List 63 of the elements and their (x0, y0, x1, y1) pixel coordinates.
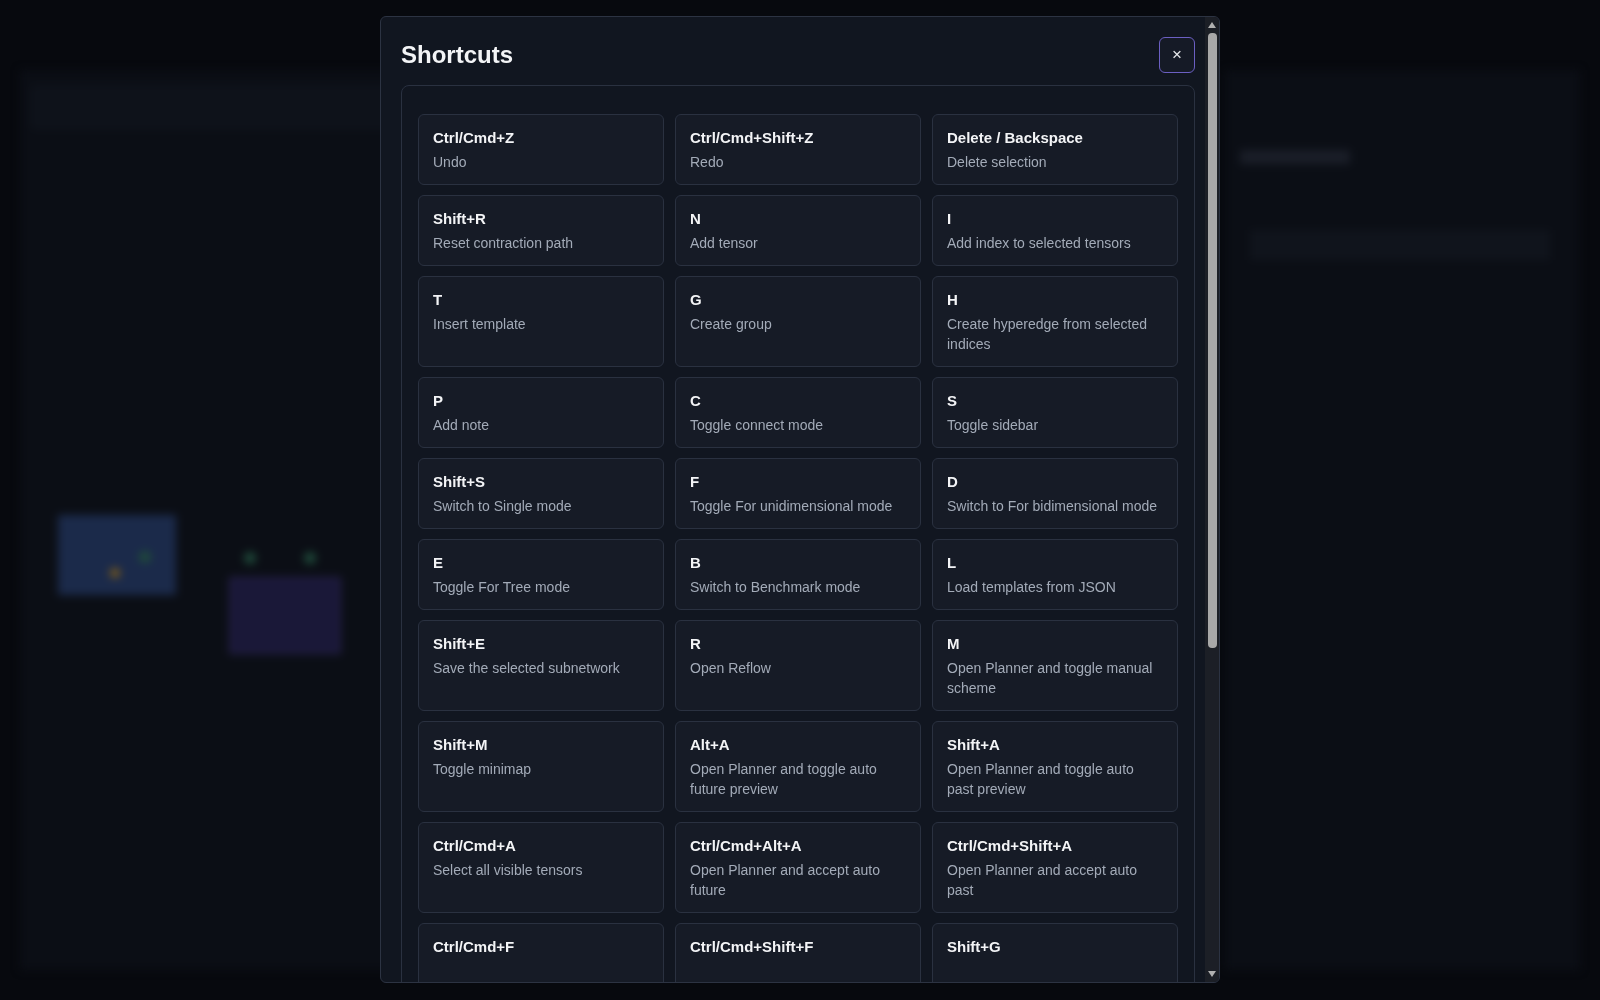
shortcut-keys: Shift+S (433, 472, 649, 492)
shortcut-keys: Ctrl/Cmd+A (433, 836, 649, 856)
shortcut-action: Switch to For bidimensional mode (947, 497, 1159, 516)
shortcut-keys: R (690, 634, 906, 654)
shortcut-action: Toggle minimap (433, 760, 533, 779)
shortcut-keys: Shift+E (433, 634, 649, 654)
shortcut-keys: L (947, 553, 1163, 573)
shortcut-action: Switch to Benchmark mode (690, 578, 862, 597)
shortcut-keys: I (947, 209, 1163, 229)
shortcut-keys: D (947, 472, 1163, 492)
shortcut-keys: Ctrl/Cmd+Z (433, 128, 649, 148)
shortcut-keys: Ctrl/Cmd+Shift+Z (690, 128, 906, 148)
shortcut-keys: Delete / Backspace (947, 128, 1163, 148)
shortcut-keys: Shift+M (433, 735, 649, 755)
shortcut-action: Toggle connect mode (690, 416, 825, 435)
shortcut-keys: Ctrl/Cmd+Shift+A (947, 836, 1163, 856)
shortcut-keys: Ctrl/Cmd+Shift+F (690, 937, 906, 957)
shortcut-action: Save the selected subnetwork (433, 659, 621, 678)
shortcut-action: Delete selection (947, 153, 1048, 172)
shortcut-action: Add index to selected tensors (947, 234, 1132, 253)
shortcut-keys: Ctrl/Cmd+F (433, 937, 649, 957)
shortcut-action: Switch to Single mode (433, 497, 573, 516)
shortcut-keys: Shift+G (947, 937, 1163, 957)
scrollbar-thumb[interactable] (1207, 33, 1217, 648)
shortcut-keys: H (947, 290, 1163, 310)
shortcut-action: Add tensor (690, 234, 759, 253)
scroll-up-icon[interactable] (1207, 21, 1217, 29)
shortcut-action: Load templates from JSON (947, 578, 1117, 597)
shortcut-action: Toggle For unidimensional mode (690, 497, 894, 516)
shortcut-keys: M (947, 634, 1163, 654)
shortcut-keys: P (433, 391, 649, 411)
close-button[interactable]: × (1159, 37, 1195, 73)
shortcut-keys: G (690, 290, 906, 310)
shortcut-action: Open Planner and toggle auto future preview (690, 760, 878, 799)
shortcut-action: Add note (433, 416, 491, 435)
shortcut-action: Select all visible tensors (433, 861, 584, 880)
shortcut-keys: S (947, 391, 1163, 411)
shortcut-action: Reset contraction path (433, 234, 575, 253)
shortcut-action: Redo (690, 153, 725, 172)
scrollbar[interactable] (1205, 17, 1219, 982)
shortcut-action: Toggle For Tree mode (433, 578, 571, 597)
shortcut-keys: N (690, 209, 906, 229)
scroll-down-icon[interactable] (1207, 970, 1217, 978)
shortcut-keys: C (690, 391, 906, 411)
shortcut-action: Open Planner and accept auto future (690, 861, 881, 900)
shortcut-keys: E (433, 553, 649, 573)
dialog-title: Shortcuts (401, 40, 513, 70)
shortcut-keys: Ctrl/Cmd+Alt+A (690, 836, 906, 856)
shortcut-keys: F (690, 472, 906, 492)
shortcut-action: Open Planner and toggle manual scheme (947, 659, 1154, 698)
shortcut-action: Insert template (433, 315, 527, 334)
shortcut-keys: Shift+R (433, 209, 649, 229)
shortcut-keys: B (690, 553, 906, 573)
shortcut-keys: Alt+A (690, 735, 906, 755)
shortcut-keys: T (433, 290, 649, 310)
shortcut-action: Open Reflow (690, 659, 772, 678)
shortcut-action: Undo (433, 153, 468, 172)
shortcut-action: Create group (690, 315, 773, 334)
shortcut-action: Open Planner and accept auto past (947, 861, 1138, 900)
shortcut-keys: Shift+A (947, 735, 1163, 755)
shortcut-action: Create hyperedge from selected indices (947, 315, 1148, 354)
shortcut-action: Open Planner and toggle auto past preview (947, 760, 1135, 799)
shortcut-action: Toggle sidebar (947, 416, 1040, 435)
